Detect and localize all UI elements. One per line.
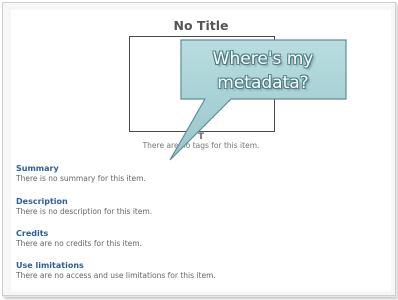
callout-line-2: metadata?: [217, 73, 309, 93]
callout-bubble: [169, 39, 347, 161]
callout-text: Where's my metadata?: [186, 47, 340, 95]
callout-line-1: Where's my: [212, 49, 314, 69]
